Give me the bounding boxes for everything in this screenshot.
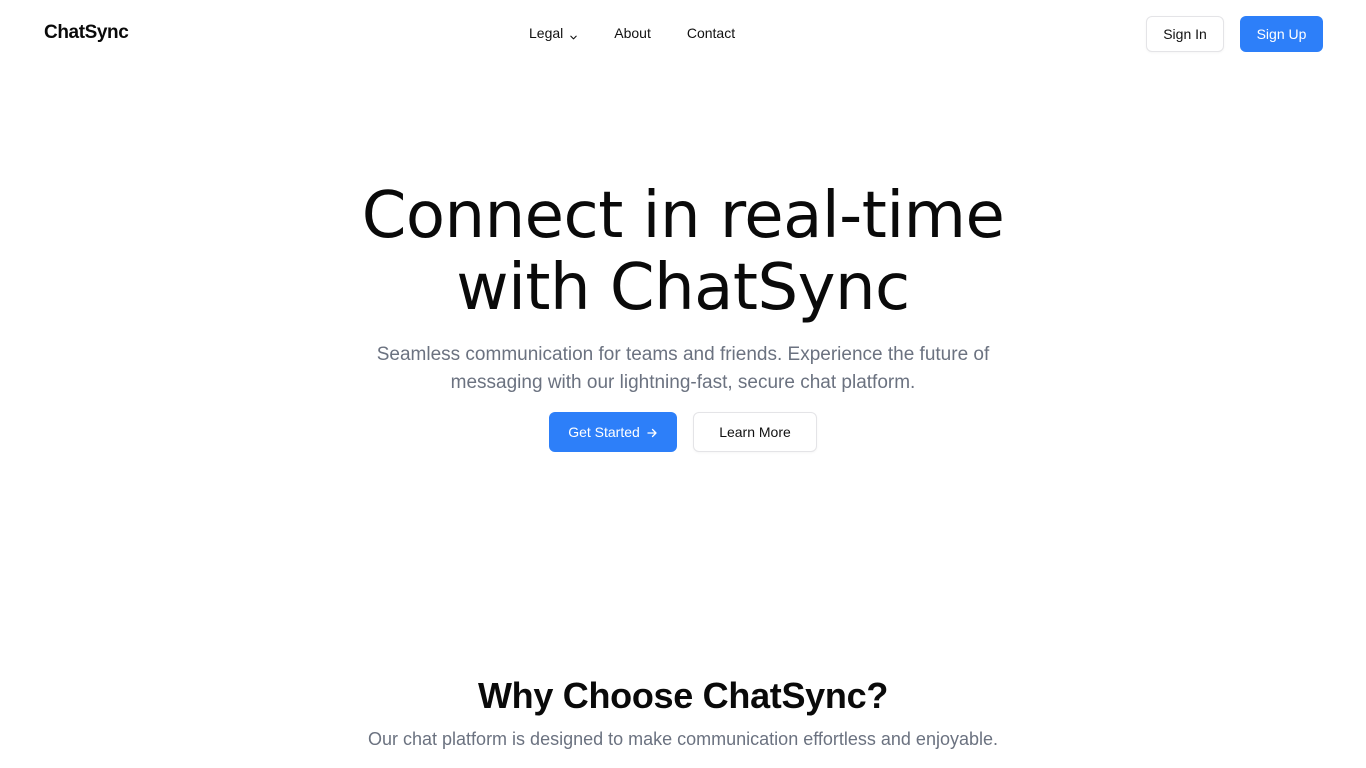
hero-title-line-2: with ChatSync — [456, 251, 910, 325]
chevron-down-icon — [569, 29, 578, 39]
hero-subtitle: Seamless communication for teams and fri… — [376, 344, 990, 393]
sign-up-button[interactable]: Sign Up — [1240, 16, 1323, 52]
nav-item-label: Legal — [529, 25, 564, 41]
nav-item-contact[interactable]: Contact — [687, 25, 735, 41]
nav-item-legal[interactable]: Legal — [529, 25, 578, 41]
hero-title-line-1: Connect in real-time — [361, 179, 1005, 253]
hero-actions: Get Started Learn More — [549, 412, 817, 452]
sign-in-button[interactable]: Sign In — [1146, 16, 1224, 52]
nav-item-about[interactable]: About — [614, 25, 651, 41]
landing-page: ChatSync Legal About Contact Sign In Sig… — [0, 0, 1366, 768]
main-nav: Legal About Contact — [529, 25, 735, 41]
get-started-label: Get Started — [568, 424, 640, 440]
features-title: Why Choose ChatSync? — [477, 675, 889, 716]
arrow-right-icon — [646, 426, 658, 438]
auth-buttons: Sign In Sign Up — [1146, 16, 1323, 52]
features-subtitle: Our chat platform is designed to make co… — [368, 729, 998, 749]
site-header: ChatSync Legal About Contact Sign In Sig… — [0, 0, 1366, 68]
learn-more-button[interactable]: Learn More — [693, 412, 817, 452]
get-started-button[interactable]: Get Started — [549, 412, 677, 452]
logo[interactable]: ChatSync — [44, 22, 129, 44]
hero-title: Connect in real-time with ChatSync — [0, 180, 1366, 324]
